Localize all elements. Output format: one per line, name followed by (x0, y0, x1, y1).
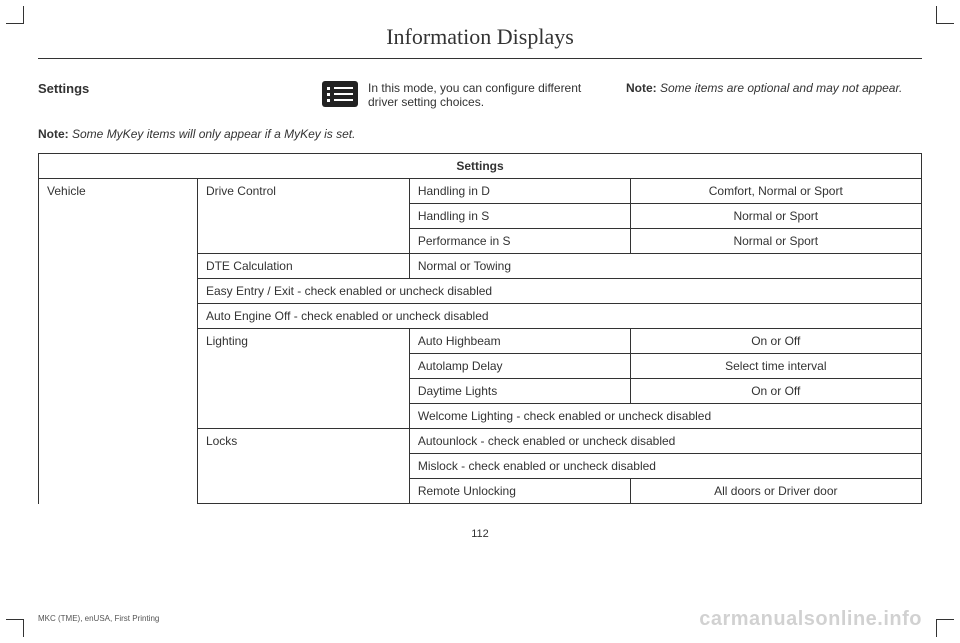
cell-remote: Remote Unlocking (409, 479, 630, 504)
cell-auto-highbeam: Auto Highbeam (409, 329, 630, 354)
cell-welcome: Welcome Lighting - check enabled or unch… (409, 404, 921, 429)
crop-mark (936, 6, 954, 24)
cell-autolamp-val: Select time interval (630, 354, 921, 379)
cell-handling-d: Handling in D (409, 179, 630, 204)
page-number: 112 (38, 528, 922, 540)
cell-vehicle: Vehicle (39, 179, 198, 504)
settings-table: Settings Vehicle Drive Control Handling … (38, 153, 922, 504)
table-header: Settings (39, 154, 922, 179)
list-icon (322, 81, 358, 107)
note-row: Note: Some MyKey items will only appear … (38, 127, 922, 141)
note-label: Note: (38, 127, 69, 141)
intro-row: Settings In this mode, you can configure… (38, 81, 922, 109)
footer-text: MKC (TME), enUSA, First Printing (38, 614, 159, 623)
note-text: Some MyKey items will only appear if a M… (69, 127, 356, 141)
crop-mark (6, 6, 24, 24)
cell-auto-engine: Auto Engine Off - check enabled or unche… (197, 304, 921, 329)
cell-remote-val: All doors or Driver door (630, 479, 921, 504)
cell-daytime-val: On or Off (630, 379, 921, 404)
settings-description: In this mode, you can configure differen… (368, 81, 612, 109)
watermark: carmanualsonline.info (699, 608, 922, 631)
cell-mislock: Mislock - check enabled or uncheck disab… (409, 454, 921, 479)
cell-dte-val: Normal or Towing (409, 254, 921, 279)
note-label: Note: (626, 81, 657, 95)
crop-mark (936, 619, 954, 637)
cell-autolamp: Autolamp Delay (409, 354, 630, 379)
settings-heading: Settings (38, 81, 308, 96)
cell-autounlock: Autounlock - check enabled or uncheck di… (409, 429, 921, 454)
cell-daytime: Daytime Lights (409, 379, 630, 404)
cell-lighting: Lighting (197, 329, 409, 429)
page-title: Information Displays (38, 18, 922, 59)
cell-auto-highbeam-val: On or Off (630, 329, 921, 354)
crop-mark (6, 619, 24, 637)
cell-easy-entry: Easy Entry / Exit - check enabled or unc… (197, 279, 921, 304)
cell-handling-d-val: Comfort, Normal or Sport (630, 179, 921, 204)
cell-locks: Locks (197, 429, 409, 504)
note-text: Some items are optional and may not appe… (657, 81, 903, 95)
cell-perf-s: Performance in S (409, 229, 630, 254)
cell-handling-s: Handling in S (409, 204, 630, 229)
cell-perf-s-val: Normal or Sport (630, 229, 921, 254)
cell-handling-s-val: Normal or Sport (630, 204, 921, 229)
cell-dte: DTE Calculation (197, 254, 409, 279)
cell-drive-control: Drive Control (197, 179, 409, 254)
